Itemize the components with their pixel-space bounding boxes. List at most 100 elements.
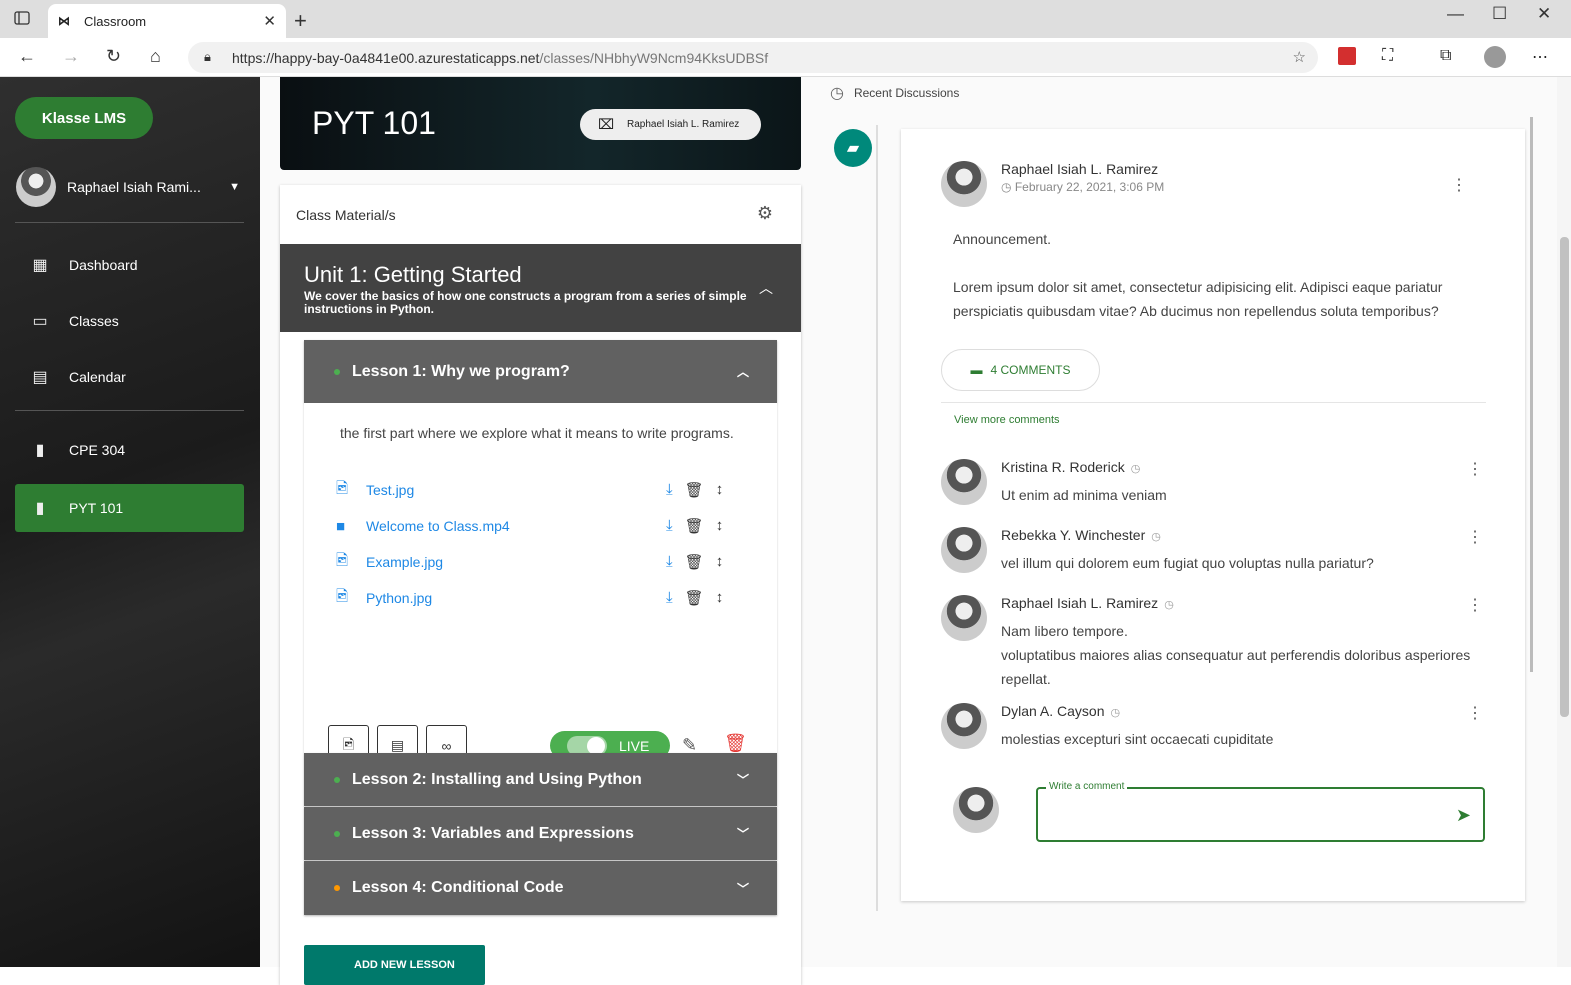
classes-icon: ▭: [32, 313, 48, 330]
trash-icon[interactable]: 🗑︎: [685, 553, 704, 571]
avatar: [941, 527, 987, 573]
file-row: ■ Welcome to Class.mp4 ⤓ 🗑︎ ↕: [336, 514, 756, 538]
capture-icon[interactable]: ⛶: [1382, 47, 1393, 65]
download-icon[interactable]: ⤓: [666, 481, 673, 499]
send-icon[interactable]: ➤: [1456, 805, 1471, 826]
sidebar-item-dashboard[interactable]: ▦ Dashboard: [15, 241, 244, 289]
minimize-icon[interactable]: —: [1447, 4, 1464, 24]
more-menu-icon[interactable]: ⋯: [1532, 47, 1548, 67]
comment-menu-icon[interactable]: ⋮: [1467, 703, 1483, 723]
view-more-comments-link[interactable]: View more comments: [954, 414, 1060, 426]
download-icon[interactable]: ⤓: [666, 517, 673, 535]
collections-icon[interactable]: ⧉: [1440, 47, 1451, 65]
url-field[interactable]: 🔒︎ https://happy-bay-0a4841e00.azurestat…: [188, 42, 1318, 73]
download-icon[interactable]: ⤓: [666, 553, 673, 571]
clock-icon: ◷: [1151, 531, 1161, 543]
file-link[interactable]: Python.jpg: [366, 590, 432, 606]
favorite-star-icon[interactable]: ☆: [1293, 48, 1306, 66]
lesson-header-3[interactable]: Lesson 3: Variables and Expressions ﹀: [304, 807, 777, 860]
sidebar-item-pyt101[interactable]: ▮ PYT 101: [15, 484, 244, 532]
video-file-icon: ■: [336, 517, 346, 535]
comment-author: Raphael Isiah L. Ramirez: [1001, 595, 1159, 611]
status-dot: [334, 830, 340, 837]
divider: [941, 402, 1486, 403]
gear-icon[interactable]: ⚙: [757, 203, 773, 224]
profile-icon[interactable]: [1484, 46, 1506, 68]
comment-text: vel illum qui dolorem eum fugiat quo vol…: [1001, 555, 1374, 571]
chevron-down-icon[interactable]: ﹀: [737, 771, 749, 788]
live-label: LIVE: [619, 737, 650, 754]
class-banner: PYT 101 ⌧ Raphael Isiah L. Ramirez: [280, 77, 801, 170]
sidebar-item-calendar[interactable]: ▤ Calendar: [15, 353, 244, 401]
chevron-down-icon[interactable]: ﹀: [737, 880, 749, 897]
divider: [15, 410, 244, 411]
reorder-icon[interactable]: ↕: [716, 553, 724, 571]
file-link[interactable]: Example.jpg: [366, 554, 443, 570]
class-book-icon: ▮: [35, 500, 45, 517]
chevron-down-icon[interactable]: ﹀: [737, 825, 749, 842]
browser-tab[interactable]: ⋈ Classroom ✕: [48, 4, 286, 38]
file-link[interactable]: Test.jpg: [366, 482, 414, 498]
chevron-up-icon[interactable]: ︿: [759, 278, 773, 298]
new-tab-icon[interactable]: +: [294, 8, 307, 34]
sidebar-item-label: Dashboard: [69, 257, 138, 273]
extension-icon[interactable]: [1338, 47, 1356, 65]
sidebar-item-label: CPE 304: [69, 442, 126, 458]
reorder-icon[interactable]: ↕: [716, 481, 724, 499]
lesson-title: Lesson 1: Why we program?: [352, 362, 570, 380]
comments-button[interactable]: ▬ 4 COMMENTS: [941, 349, 1100, 391]
clock-icon: ◷: [1164, 599, 1174, 611]
image-file-icon: 🖻: [336, 551, 349, 569]
image-file-icon: 🖻: [336, 587, 349, 605]
divider: [15, 222, 244, 223]
user-menu[interactable]: Raphael Isiah Rami... ▼: [16, 167, 244, 207]
sidebar-item-classes[interactable]: ▭ Classes: [15, 297, 244, 345]
discussion-scrollbar[interactable]: [1530, 117, 1533, 672]
brand-button[interactable]: Klasse LMS: [15, 97, 153, 139]
comment-menu-icon[interactable]: ⋮: [1467, 459, 1483, 479]
comment-menu-icon[interactable]: ⋮: [1467, 595, 1483, 615]
home-icon[interactable]: ⌂: [150, 46, 161, 67]
comments-label: 4 COMMENTS: [990, 363, 1071, 377]
refresh-icon[interactable]: ↻: [106, 46, 121, 67]
main-content: PYT 101 ⌧ Raphael Isiah L. Ramirez Class…: [260, 77, 1571, 985]
reorder-icon[interactable]: ↕: [716, 517, 724, 535]
comment-icon: ▬: [970, 363, 983, 377]
lesson-description: the first part where we explore what it …: [340, 425, 734, 441]
forward-icon[interactable]: →: [62, 46, 80, 67]
lesson-header-2[interactable]: Lesson 2: Installing and Using Python ﹀: [304, 753, 777, 806]
lesson-header-4[interactable]: Lesson 4: Conditional Code ﹀: [304, 861, 777, 915]
avatar: [941, 161, 987, 207]
chevron-up-icon[interactable]: ︿: [737, 363, 749, 380]
download-icon[interactable]: ⤓: [666, 589, 673, 607]
comment-text: molestias excepturi sint occaecati cupid…: [1001, 731, 1274, 747]
back-icon[interactable]: ←: [18, 46, 36, 67]
browser-tab-strip: ⋈ Classroom ✕ + — ☐ ✕: [0, 0, 1571, 38]
maximize-icon[interactable]: ☐: [1492, 4, 1507, 24]
add-lesson-button[interactable]: ADD NEW LESSON: [304, 945, 485, 985]
link-icon: ∞: [441, 737, 452, 754]
discussion-post: Raphael Isiah L. Ramirez ◷ February 22, …: [901, 129, 1525, 901]
comment-menu-icon[interactable]: ⋮: [1467, 527, 1483, 547]
avatar: [941, 595, 987, 641]
lesson-title: Lesson 4: Conditional Code: [352, 879, 564, 896]
tab-actions-icon[interactable]: [14, 10, 34, 30]
sidebar-item-cpe304[interactable]: ▮ CPE 304: [15, 426, 244, 474]
unit-header[interactable]: Unit 1: Getting Started We cover the bas…: [280, 244, 801, 332]
delete-icon[interactable]: 🗑︎: [724, 733, 747, 754]
trash-icon[interactable]: 🗑︎: [685, 517, 704, 535]
comment-input[interactable]: Write a comment ➤: [1036, 781, 1485, 842]
post-menu-icon[interactable]: ⋮: [1451, 175, 1467, 195]
reorder-icon[interactable]: ↕: [716, 589, 724, 607]
teacher-chip[interactable]: ⌧ Raphael Isiah L. Ramirez: [580, 109, 761, 140]
trash-icon[interactable]: 🗑︎: [685, 589, 704, 607]
file-link[interactable]: Welcome to Class.mp4: [366, 518, 510, 534]
scrollbar-thumb[interactable]: [1560, 237, 1569, 717]
lesson-header-1[interactable]: Lesson 1: Why we program? ︿: [304, 340, 777, 403]
materials-title: Class Material/s: [296, 207, 396, 223]
close-window-icon[interactable]: ✕: [1537, 4, 1551, 24]
close-tab-icon[interactable]: ✕: [263, 12, 276, 30]
trash-icon[interactable]: 🗑︎: [685, 481, 704, 499]
page-scrollbar[interactable]: [1557, 77, 1571, 967]
chevron-down-icon[interactable]: ▼: [229, 181, 240, 193]
